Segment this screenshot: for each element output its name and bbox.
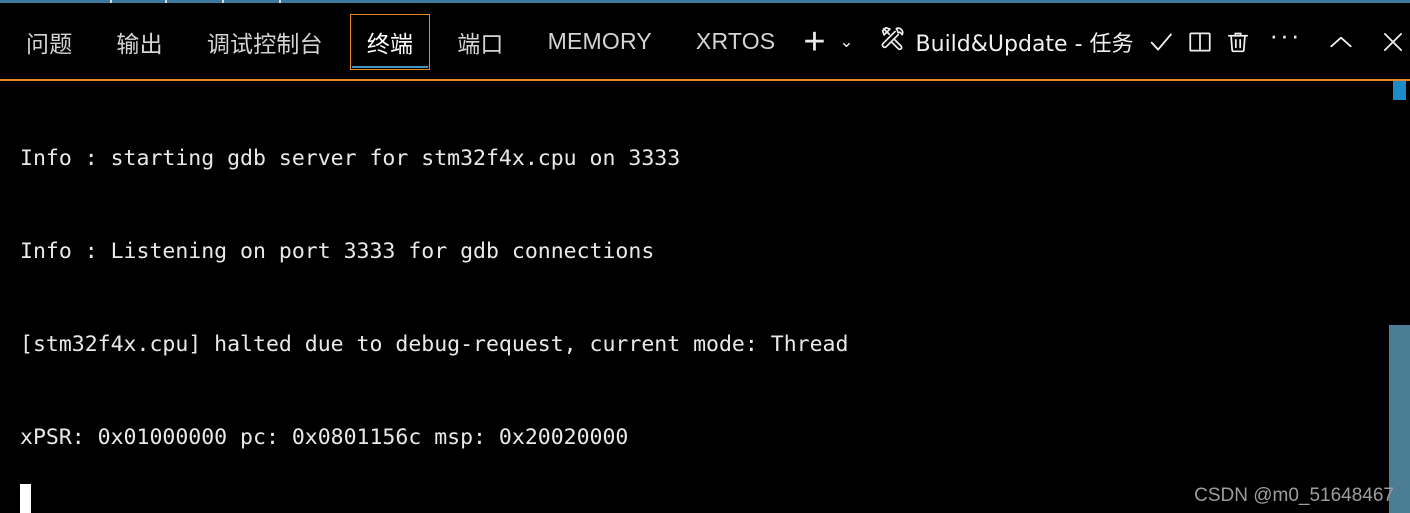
split-panel-icon xyxy=(1187,29,1213,55)
tab-terminal-label: 终端 xyxy=(366,31,414,58)
tab-xrtos-label: XRTOS xyxy=(695,28,776,54)
check-icon xyxy=(1147,28,1175,56)
more-actions-button[interactable]: ··· xyxy=(1258,19,1314,65)
panel-tab-list: 问题 输出 调试控制台 终端 端口 MEMORY XRTOS xyxy=(0,3,797,80)
tab-debug-console[interactable]: 调试控制台 xyxy=(190,14,340,70)
tab-output-label: 输出 xyxy=(116,31,163,58)
close-panel-button[interactable] xyxy=(1368,19,1410,65)
tools-icon xyxy=(880,25,907,58)
chevron-down-icon: ⌄ xyxy=(839,32,854,51)
tab-ports-label: 端口 xyxy=(457,31,504,58)
tab-memory-label: MEMORY xyxy=(547,28,652,54)
new-terminal-dropdown-button[interactable]: ⌄ xyxy=(834,19,868,65)
terminal-line: xPSR: 0x01000000 pc: 0x0801156c msp: 0x2… xyxy=(20,425,629,450)
watermark: CSDN @m0_51648467 xyxy=(1194,485,1394,506)
terminal-panel: 问题 输出 调试控制台 终端 端口 MEMORY XRTOS + ⌄ Build… xyxy=(0,0,1410,513)
tab-output[interactable]: 输出 xyxy=(99,14,179,70)
task-status-check-button[interactable] xyxy=(1142,19,1180,65)
maximize-panel-button[interactable] xyxy=(1316,19,1366,65)
terminal-line: [stm32f4x.cpu] halted due to debug-reque… xyxy=(20,332,849,357)
tab-problems-label: 问题 xyxy=(26,31,73,58)
terminal-output[interactable]: Info : starting gdb server for stm32f4x.… xyxy=(0,81,1410,513)
tab-ports[interactable]: 端口 xyxy=(440,14,520,70)
trash-icon xyxy=(1225,29,1251,55)
task-label: Build&Update - 任务 xyxy=(915,31,1134,57)
terminal-line-list: Info : starting gdb server for stm32f4x.… xyxy=(20,81,848,513)
task-terminal-entry[interactable]: Build&Update - 任务 xyxy=(870,25,1140,58)
tab-terminal[interactable]: 终端 xyxy=(349,13,431,70)
chevron-up-icon xyxy=(1328,32,1354,52)
scroll-overview-mark-icon xyxy=(1393,81,1406,100)
terminal-line: Info : starting gdb server for stm32f4x.… xyxy=(20,146,681,171)
plus-icon: + xyxy=(803,20,826,63)
terminal-scrollbar[interactable] xyxy=(1389,81,1410,513)
panel-actions: + ⌄ Build&Update - 任务 ··· xyxy=(797,3,1410,80)
kill-terminal-button[interactable] xyxy=(1220,19,1256,65)
tab-problems[interactable]: 问题 xyxy=(9,14,89,70)
tab-debug-console-label: 调试控制台 xyxy=(206,31,323,58)
close-icon xyxy=(1380,29,1406,55)
new-terminal-button[interactable]: + xyxy=(797,19,831,65)
tab-memory[interactable]: MEMORY xyxy=(531,14,669,70)
tab-xrtos[interactable]: XRTOS xyxy=(679,14,792,70)
ellipsis-icon: ··· xyxy=(1269,19,1302,50)
terminal-cursor xyxy=(20,484,31,513)
split-terminal-button[interactable] xyxy=(1182,19,1218,65)
panel-header: 问题 输出 调试控制台 终端 端口 MEMORY XRTOS + ⌄ Build… xyxy=(0,3,1410,80)
terminal-line: Info : Listening on port 3333 for gdb co… xyxy=(20,239,655,264)
